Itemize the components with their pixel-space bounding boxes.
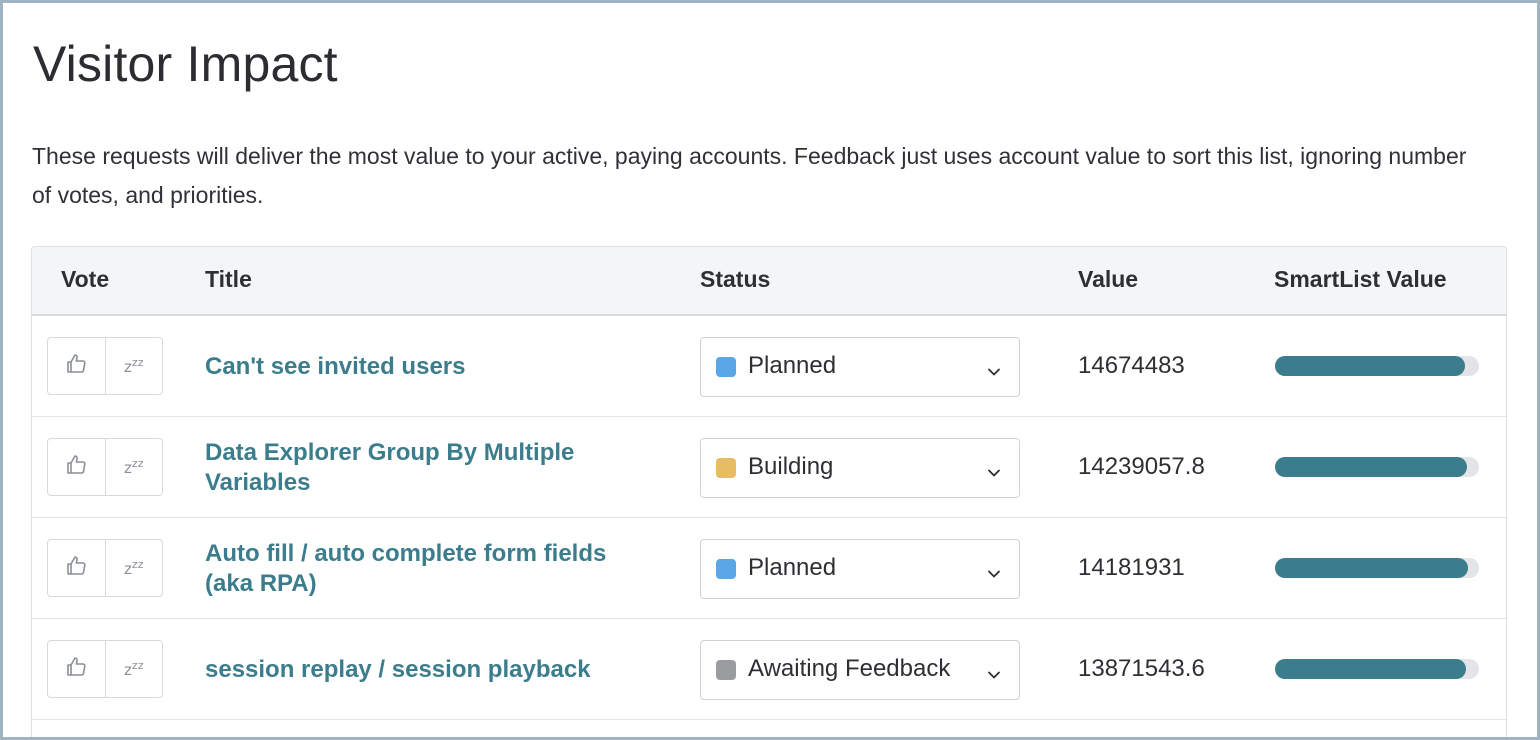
status-dropdown[interactable]: Building xyxy=(700,438,1020,498)
status-color-indicator xyxy=(716,660,736,680)
smartlist-value-fill xyxy=(1275,558,1468,578)
requests-table: Vote Title Status Value SmartList Value … xyxy=(31,246,1507,737)
chevron-down-icon xyxy=(987,667,1001,685)
upvote-button[interactable] xyxy=(48,641,105,697)
thumbs-up-icon xyxy=(64,453,88,482)
status-color-indicator xyxy=(716,458,736,478)
header-value: Value xyxy=(1078,266,1139,292)
account-value: 13871543.6 xyxy=(1078,655,1205,682)
snooze-button[interactable]: zzz xyxy=(104,338,163,394)
status-color-indicator xyxy=(716,559,736,579)
smartlist-value-fill xyxy=(1275,659,1466,679)
table-row: zzz session replay / session playback Aw… xyxy=(32,619,1506,720)
status-dropdown[interactable]: Planned xyxy=(700,539,1020,599)
status-label: Planned xyxy=(748,352,837,379)
status-label: Building xyxy=(748,453,834,480)
snooze-button[interactable]: zzz xyxy=(104,439,163,495)
zzz-snooze-icon: zzz xyxy=(124,659,144,679)
visitor-impact-panel: Visitor Impact These requests will deliv… xyxy=(0,0,1540,740)
header-smartlist-value: SmartList Value xyxy=(1274,266,1447,292)
table-row: zzz Data Explorer Group By Multiple Vari… xyxy=(32,417,1506,518)
smartlist-value-fill xyxy=(1275,457,1467,477)
table-row: zzz Can't see invited users Planned 1467… xyxy=(32,316,1506,417)
page-title: Visitor Impact xyxy=(33,36,338,92)
chevron-down-icon xyxy=(987,566,1001,584)
request-title-link[interactable]: Auto fill / auto complete form fields (a… xyxy=(205,539,645,599)
page-description: These requests will deliver the most val… xyxy=(32,143,1467,208)
account-value: 14239057.8 xyxy=(1078,453,1205,480)
vote-button-group: zzz xyxy=(47,337,163,395)
chevron-down-icon xyxy=(987,364,1001,382)
status-dropdown[interactable]: Planned xyxy=(700,337,1020,397)
smartlist-value-bar xyxy=(1275,558,1479,578)
header-status: Status xyxy=(700,266,771,292)
zzz-snooze-icon: zzz xyxy=(124,558,144,578)
vote-button-group: zzz xyxy=(47,438,163,496)
table-body: zzz Can't see invited users Planned 1467… xyxy=(32,316,1506,720)
smartlist-value-bar xyxy=(1275,659,1479,679)
vote-button-group: zzz xyxy=(47,539,163,597)
account-value: 14181931 xyxy=(1078,554,1185,581)
chevron-down-icon xyxy=(987,465,1001,483)
status-color-indicator xyxy=(716,357,736,377)
thumbs-up-icon xyxy=(64,554,88,583)
smartlist-value-bar xyxy=(1275,457,1479,477)
status-dropdown[interactable]: Awaiting Feedback xyxy=(700,640,1020,700)
upvote-button[interactable] xyxy=(48,540,105,596)
thumbs-up-icon xyxy=(64,352,88,381)
vote-button-group: zzz xyxy=(47,640,163,698)
status-label: Planned xyxy=(748,554,837,581)
upvote-button[interactable] xyxy=(48,439,105,495)
account-value: 14674483 xyxy=(1078,352,1185,379)
snooze-button[interactable]: zzz xyxy=(104,641,163,697)
status-label: Awaiting Feedback xyxy=(748,655,951,682)
request-title-link[interactable]: session replay / session playback xyxy=(205,655,645,685)
header-title: Title xyxy=(205,266,252,292)
table-header: Vote Title Status Value SmartList Value xyxy=(32,247,1506,316)
smartlist-value-fill xyxy=(1275,356,1465,376)
smartlist-value-bar xyxy=(1275,356,1479,376)
thumbs-up-icon xyxy=(64,655,88,684)
header-vote: Vote xyxy=(61,266,110,292)
request-title-link[interactable]: Can't see invited users xyxy=(205,352,645,382)
request-title-link[interactable]: Data Explorer Group By Multiple Variable… xyxy=(205,438,645,498)
table-row: zzz Auto fill / auto complete form field… xyxy=(32,518,1506,619)
snooze-button[interactable]: zzz xyxy=(104,540,163,596)
zzz-snooze-icon: zzz xyxy=(124,356,144,376)
upvote-button[interactable] xyxy=(48,338,105,394)
zzz-snooze-icon: zzz xyxy=(124,457,144,477)
